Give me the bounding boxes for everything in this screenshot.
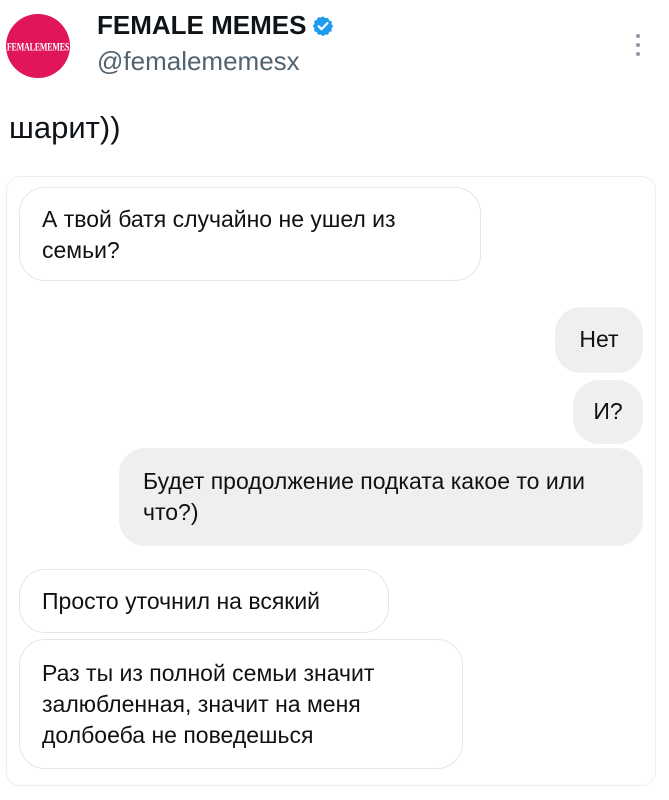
- message-bubble-incoming: Просто уточнил на всякий: [19, 569, 389, 633]
- message-bubble-outgoing: Нет: [555, 307, 643, 373]
- more-options-icon[interactable]: [635, 34, 641, 56]
- user-handle[interactable]: @femalememesx: [97, 46, 300, 77]
- avatar[interactable]: FEMALEMEMES: [6, 14, 70, 78]
- message-bubble-outgoing: И?: [573, 380, 643, 444]
- display-name-text[interactable]: FEMALE MEMES: [97, 10, 306, 41]
- verified-badge-icon: [313, 15, 334, 36]
- message-bubble-outgoing: Будет продолжение подката какое то или ч…: [119, 448, 643, 546]
- avatar-logo-text: FEMALEMEMES: [6, 39, 70, 53]
- message-bubble-incoming: А твой батя случайно не ушел из семьи?: [19, 187, 481, 281]
- post-header: FEMALEMEMES FEMALE MEMES @femalememesx: [0, 0, 669, 100]
- message-bubble-incoming: Раз ты из полной семьи значит залюбленна…: [19, 639, 463, 769]
- media-screenshot[interactable]: А твой батя случайно не ушел из семьи? Н…: [6, 176, 656, 786]
- display-name[interactable]: FEMALE MEMES: [97, 10, 334, 41]
- tweet-text: шарит)): [9, 110, 121, 145]
